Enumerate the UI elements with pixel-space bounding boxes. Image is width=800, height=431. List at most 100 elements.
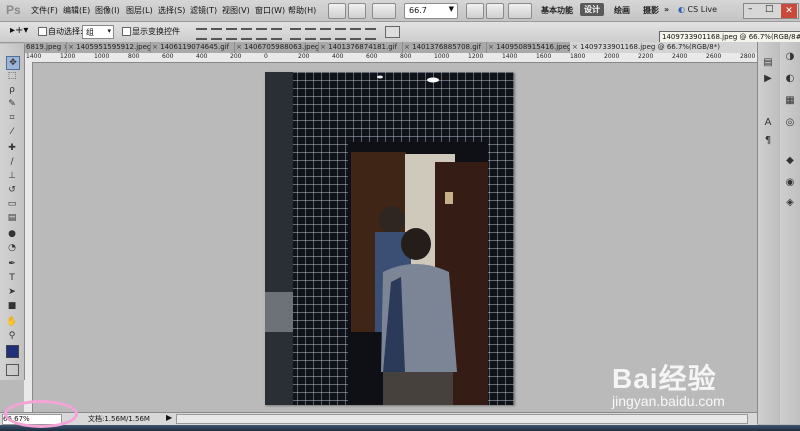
healing-icon[interactable]: ✚ bbox=[6, 142, 18, 154]
align-right-icon[interactable] bbox=[271, 28, 282, 40]
show-transform-checkbox[interactable] bbox=[122, 27, 131, 36]
workspace-design[interactable]: 设计 bbox=[580, 3, 604, 16]
tab-label: 1405951595912.jpeg bbox=[76, 43, 151, 51]
menu-window[interactable]: 窗口(W) bbox=[255, 5, 285, 16]
tab-document[interactable]: × 1405951595912.jpeg bbox=[66, 42, 151, 53]
paragraph-icon[interactable]: ¶ bbox=[761, 134, 775, 148]
menu-help[interactable]: 帮助(H) bbox=[288, 5, 316, 16]
distribute-left-icon[interactable] bbox=[335, 28, 346, 40]
tab-document[interactable]: × 1401376885708.gif bbox=[402, 42, 487, 53]
eyedropper-icon[interactable]: ⁄ bbox=[6, 126, 18, 138]
layers-icon[interactable]: ◆ bbox=[783, 154, 797, 168]
menu-view[interactable]: 视图(V) bbox=[222, 5, 250, 16]
tab-document[interactable]: × 1409508915416.jpeg bbox=[486, 42, 571, 53]
move-tool-preset-icon[interactable]: ▸+▾ bbox=[10, 25, 28, 36]
close-icon[interactable]: × bbox=[320, 43, 326, 51]
hand-icon[interactable]: ✋ bbox=[6, 316, 18, 328]
close-icon[interactable]: × bbox=[236, 43, 242, 51]
close-icon[interactable]: × bbox=[152, 43, 158, 51]
horizontal-scrollbar[interactable] bbox=[176, 414, 748, 424]
distribute-vcenter-icon[interactable] bbox=[305, 28, 316, 40]
paths-icon[interactable]: ◈ bbox=[783, 196, 797, 210]
distribute-right-icon[interactable] bbox=[365, 28, 376, 40]
shape-icon[interactable]: ■ bbox=[6, 300, 18, 312]
document-image[interactable] bbox=[265, 72, 514, 405]
clone-stamp-icon[interactable]: ⊥ bbox=[6, 170, 18, 182]
foreground-color-swatch[interactable] bbox=[6, 345, 19, 358]
distribute-top-icon[interactable] bbox=[290, 28, 301, 40]
cs-live-button[interactable]: ◐ CS Live bbox=[678, 5, 717, 14]
eraser-icon[interactable]: ▭ bbox=[6, 198, 18, 210]
tab-label: 1406705988063.jpeg bbox=[244, 43, 319, 51]
ruler-label: 200 bbox=[298, 53, 310, 60]
rotate-view-button[interactable] bbox=[486, 3, 504, 19]
workspace-basic[interactable]: 基本功能 bbox=[541, 5, 573, 16]
auto-align-layers-icon[interactable] bbox=[385, 26, 400, 38]
marquee-icon[interactable]: ⬚ bbox=[6, 70, 18, 82]
lasso-icon[interactable]: ρ bbox=[6, 84, 18, 96]
auto-select-dropdown[interactable]: 组 ▾ bbox=[82, 25, 114, 39]
channels-icon[interactable]: ◉ bbox=[783, 176, 797, 190]
distribute-bottom-icon[interactable] bbox=[320, 28, 331, 40]
menu-file[interactable]: 文件(F) bbox=[31, 5, 58, 16]
align-bottom-icon[interactable] bbox=[226, 28, 237, 40]
status-menu-arrow-icon[interactable]: ▶ bbox=[166, 413, 172, 422]
character-icon[interactable]: A bbox=[761, 116, 775, 130]
workspace-more-icon[interactable]: » bbox=[664, 5, 669, 14]
gradient-icon[interactable]: ▤ bbox=[6, 212, 18, 224]
menu-image[interactable]: 图像(I) bbox=[95, 5, 120, 16]
launch-minibridge-button[interactable] bbox=[348, 3, 366, 19]
align-top-icon[interactable] bbox=[196, 28, 207, 40]
adjustments-icon[interactable]: ◐ bbox=[783, 72, 797, 86]
menu-select[interactable]: 选择(S) bbox=[158, 5, 185, 16]
menu-edit[interactable]: 编辑(E) bbox=[63, 5, 90, 16]
pen-icon[interactable]: ✒ bbox=[6, 258, 18, 270]
move-icon[interactable]: ✥ bbox=[6, 56, 20, 70]
workspace-painting[interactable]: 绘画 bbox=[614, 5, 630, 16]
quick-select-icon[interactable]: ✎ bbox=[6, 98, 18, 110]
highlight-annotation bbox=[4, 400, 78, 428]
close-icon[interactable]: × bbox=[572, 43, 578, 51]
workspace-photo[interactable]: 摄影 bbox=[643, 5, 659, 16]
zoom-level-field[interactable]: 66.7 ▼ bbox=[404, 3, 458, 19]
tab-document-active[interactable]: × 1409733901168.jpeg @ 66.7%(RGB/8*) bbox=[570, 42, 757, 53]
close-icon[interactable]: × bbox=[404, 43, 410, 51]
brush-icon[interactable]: ∕ bbox=[6, 156, 18, 168]
minimize-icon[interactable]: – bbox=[748, 4, 753, 14]
zoom-icon[interactable]: ⚲ bbox=[6, 330, 18, 342]
history-brush-icon[interactable]: ↺ bbox=[6, 184, 18, 196]
menu-filter[interactable]: 滤镜(T) bbox=[190, 5, 217, 16]
blur-icon[interactable]: ● bbox=[6, 228, 18, 240]
hand-tool-button[interactable] bbox=[466, 3, 484, 19]
type-icon[interactable]: T bbox=[6, 272, 18, 284]
tab-document[interactable]: × 1401376874181.gif bbox=[318, 42, 403, 53]
history-icon[interactable]: ▤ bbox=[761, 56, 775, 70]
arrange-documents-button[interactable] bbox=[508, 3, 532, 19]
tab-document[interactable]: 6819.jpeg × bbox=[24, 42, 67, 53]
menu-layer[interactable]: 图层(L) bbox=[126, 5, 153, 16]
styles-icon[interactable]: ▦ bbox=[783, 94, 797, 108]
distribute-hcenter-icon[interactable] bbox=[350, 28, 361, 40]
view-extras-button[interactable] bbox=[372, 3, 396, 19]
close-icon[interactable]: ✕ bbox=[781, 4, 797, 18]
masks-icon[interactable]: ◎ bbox=[783, 116, 797, 130]
close-icon[interactable]: × bbox=[68, 43, 74, 51]
horizontal-ruler: 1400 1200 1000 800 600 400 200 0 200 400 600 800 100… bbox=[24, 53, 757, 63]
close-icon[interactable]: × bbox=[488, 43, 494, 51]
actions-icon[interactable]: ▶ bbox=[761, 72, 775, 86]
tab-document[interactable]: × 1406705988063.jpeg bbox=[234, 42, 319, 53]
ruler-label: 1400 bbox=[26, 53, 42, 60]
color-icon[interactable]: ◑ bbox=[783, 50, 797, 64]
maximize-icon[interactable]: □ bbox=[765, 4, 774, 14]
path-select-icon[interactable]: ➤ bbox=[6, 286, 18, 298]
align-hcenter-icon[interactable] bbox=[256, 28, 267, 40]
launch-bridge-button[interactable] bbox=[328, 3, 346, 19]
align-vcenter-icon[interactable] bbox=[211, 28, 222, 40]
dodge-icon[interactable]: ◔ bbox=[6, 242, 18, 254]
ruler-label: 1000 bbox=[94, 53, 110, 60]
align-left-icon[interactable] bbox=[241, 28, 252, 40]
crop-icon[interactable]: ⌗ bbox=[6, 112, 18, 124]
quick-mask-icon[interactable] bbox=[6, 364, 19, 376]
auto-select-checkbox[interactable] bbox=[38, 27, 47, 36]
tab-document[interactable]: × 1406119074645.gif bbox=[150, 42, 235, 53]
